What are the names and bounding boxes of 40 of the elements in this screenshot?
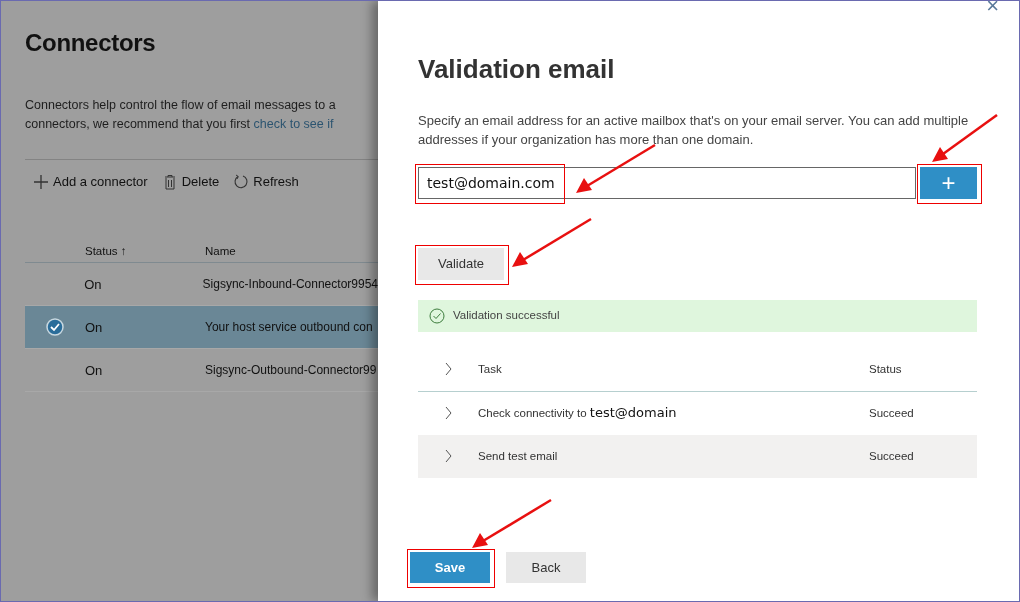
success-text: Validation successful bbox=[453, 308, 560, 324]
table-cell: Check connectivity to test@domain bbox=[478, 407, 677, 420]
toolbar-label: Refresh bbox=[253, 172, 299, 191]
page-title: Connectors bbox=[25, 29, 157, 58]
table-cell-text: Your host service outbound con bbox=[205, 319, 373, 337]
close-button[interactable]: × bbox=[986, 1, 999, 17]
toolbar-label: Add a connector bbox=[53, 172, 148, 191]
check-circle-icon bbox=[46, 318, 64, 337]
refresh-icon bbox=[233, 173, 250, 190]
chevron-icon[interactable] bbox=[443, 406, 453, 421]
chevron-icon[interactable] bbox=[443, 449, 453, 464]
toolbar-button[interactable]: Refresh bbox=[233, 171, 299, 192]
save-button[interactable]: Save bbox=[410, 552, 490, 583]
table-cell-text: On bbox=[84, 275, 103, 294]
toolbar-label: Delete bbox=[181, 172, 220, 191]
table-cell-text: Sigsync-Inbound-Connector9954 bbox=[202, 276, 378, 294]
email-field[interactable]: test@domain.com bbox=[418, 167, 916, 200]
table-cell: Succeed bbox=[869, 406, 914, 419]
description-text: connectors, we recommend that you first bbox=[25, 116, 252, 131]
description-text: Connectors help control the flow of email messages to a bbox=[25, 96, 337, 114]
back-button[interactable]: Back bbox=[506, 552, 586, 583]
toolbar-button[interactable]: Add a connector bbox=[33, 171, 148, 192]
add-button[interactable]: + bbox=[920, 167, 977, 200]
table-cell: Succeed bbox=[869, 449, 914, 462]
column-header[interactable]: Status ↑ bbox=[85, 243, 205, 263]
plus-icon bbox=[33, 173, 49, 190]
panel-title: Validation email bbox=[418, 54, 616, 86]
toolbar-button[interactable]: Delete bbox=[161, 171, 220, 192]
table-cell: Send test email bbox=[478, 449, 558, 462]
table-cell-text: On bbox=[85, 361, 104, 380]
validate-button[interactable]: Validate bbox=[418, 248, 504, 280]
column-header: Task bbox=[478, 361, 503, 377]
table-cell-text: Sigsync-Outbound-Connector99 bbox=[205, 362, 377, 380]
table-row[interactable]: On Your host service outbound con bbox=[25, 306, 378, 350]
chevron-icon[interactable] bbox=[443, 362, 453, 377]
table-cell-text: On bbox=[85, 318, 104, 337]
column-header: Status bbox=[869, 361, 903, 377]
column-header[interactable]: Name bbox=[205, 243, 236, 263]
check-circle-icon bbox=[429, 307, 445, 324]
description-text: Specify an email address for an active mailbox that's on your email server. You can add multiple addresses if your organization has more than one domain. bbox=[418, 112, 970, 150]
